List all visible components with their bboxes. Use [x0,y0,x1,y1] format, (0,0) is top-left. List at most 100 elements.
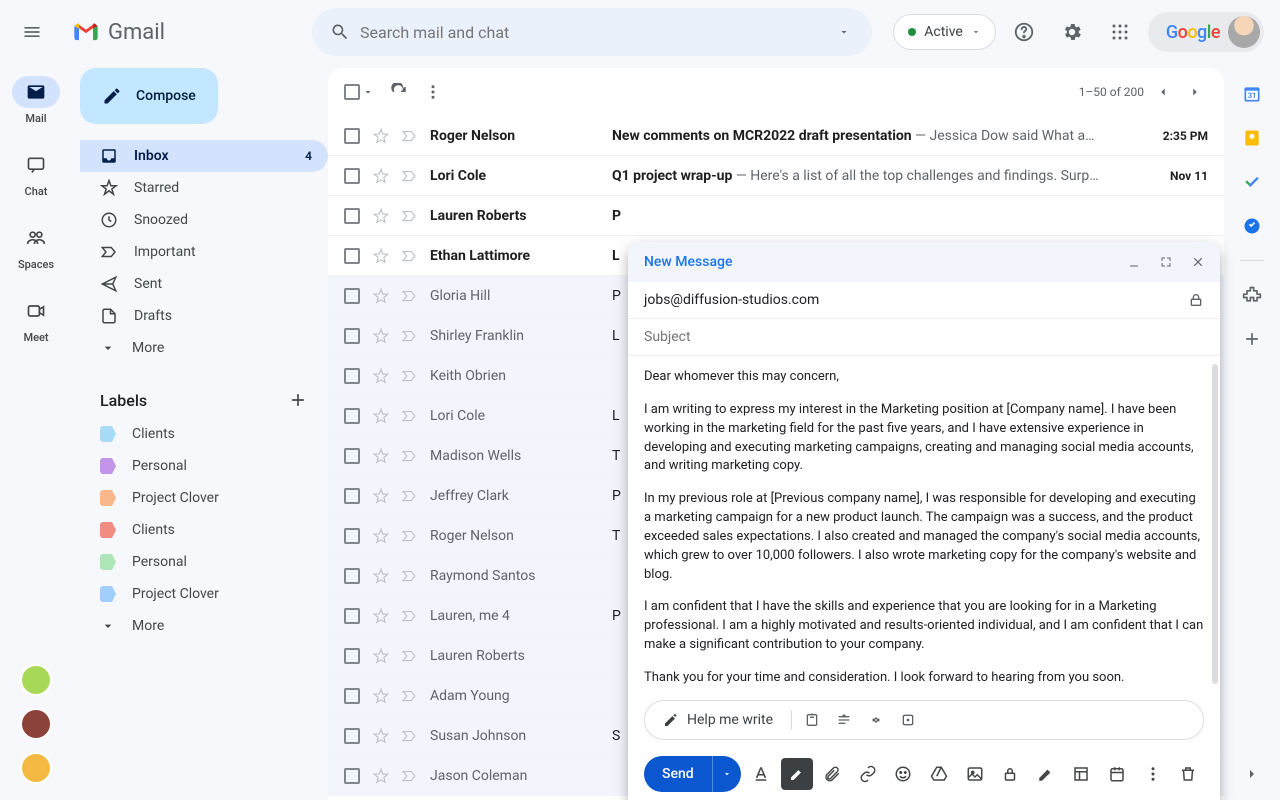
calendar-icon[interactable]: 31 [1242,84,1262,104]
send-button[interactable]: Send [644,756,741,792]
row-checkbox[interactable] [344,368,360,384]
settings-icon[interactable] [1052,12,1092,52]
folder-snoozed[interactable]: Snoozed [80,204,328,236]
scrollbar[interactable] [1212,364,1218,684]
important-icon[interactable] [400,407,418,425]
star-icon[interactable] [372,487,390,505]
important-icon[interactable] [400,167,418,185]
template-icon[interactable] [1066,758,1098,790]
important-icon[interactable] [400,687,418,705]
row-checkbox[interactable] [344,168,360,184]
row-checkbox[interactable] [344,408,360,424]
important-icon[interactable] [400,647,418,665]
important-icon[interactable] [400,287,418,305]
profile-avatar[interactable] [1228,16,1260,48]
prev-page-icon[interactable] [1150,79,1176,105]
important-icon[interactable] [400,487,418,505]
important-icon[interactable] [400,127,418,145]
row-checkbox[interactable] [344,608,360,624]
label-item[interactable]: Personal [80,546,328,578]
more-compose-icon[interactable] [1137,758,1169,790]
star-icon[interactable] [372,127,390,145]
elaborate-icon[interactable] [828,704,860,736]
checkbox-icon[interactable] [344,84,360,100]
email-row[interactable]: Roger Nelson New comments on MCR2022 dra… [328,116,1224,156]
important-icon[interactable] [400,767,418,785]
row-checkbox[interactable] [344,208,360,224]
confidential-icon[interactable] [994,758,1026,790]
addon-icon[interactable] [1242,285,1262,305]
label-item[interactable]: Project Clover [80,482,328,514]
folder-more[interactable]: More [80,332,328,364]
more-icon[interactable] [424,83,442,101]
select-all[interactable] [344,84,374,100]
folder-sent[interactable]: Sent [80,268,328,300]
star-icon[interactable] [372,727,390,745]
search-icon[interactable] [320,22,360,42]
row-checkbox[interactable] [344,688,360,704]
star-icon[interactable] [372,247,390,265]
row-checkbox[interactable] [344,448,360,464]
recreate-icon[interactable] [892,704,924,736]
row-checkbox[interactable] [344,728,360,744]
schedule-icon[interactable] [1101,758,1133,790]
contact-avatar[interactable] [20,708,52,740]
label-item[interactable]: Personal [80,450,328,482]
emoji-icon[interactable] [888,758,920,790]
compose-body[interactable]: Dear whomever this may concern, I am wri… [628,356,1220,696]
collapse-panel-icon[interactable] [1242,764,1262,784]
important-icon[interactable] [400,247,418,265]
text-format-icon[interactable] [745,758,777,790]
contact-avatar[interactable] [20,664,52,696]
row-checkbox[interactable] [344,328,360,344]
contacts-icon[interactable] [1242,216,1262,236]
send-options-icon[interactable] [713,769,742,779]
compose-button[interactable]: Compose [80,68,218,124]
important-icon[interactable] [400,327,418,345]
row-checkbox[interactable] [344,488,360,504]
important-icon[interactable] [400,527,418,545]
close-icon[interactable] [1184,248,1212,276]
refresh-icon[interactable] [390,83,408,101]
row-checkbox[interactable] [344,568,360,584]
lock-icon[interactable] [1188,292,1204,308]
drive-icon[interactable] [923,758,955,790]
label-item[interactable]: Clients [80,418,328,450]
important-icon[interactable] [400,607,418,625]
labels-more[interactable]: More [80,610,328,642]
gmail-logo[interactable]: Gmail [64,18,264,46]
search-input[interactable] [360,23,824,42]
label-item[interactable]: Project Clover [80,578,328,610]
contact-avatar[interactable] [20,752,52,784]
important-icon[interactable] [400,567,418,585]
add-label-icon[interactable] [288,390,308,410]
folder-drafts[interactable]: Drafts [80,300,328,332]
rail-meet[interactable]: Meet [8,291,64,348]
important-icon[interactable] [400,367,418,385]
row-checkbox[interactable] [344,528,360,544]
search-bar[interactable] [312,8,872,56]
formalize-icon[interactable] [796,704,828,736]
star-icon[interactable] [372,207,390,225]
star-icon[interactable] [372,767,390,785]
link-icon[interactable] [852,758,884,790]
row-checkbox[interactable] [344,648,360,664]
star-icon[interactable] [372,687,390,705]
star-icon[interactable] [372,567,390,585]
rail-mail[interactable]: Mail [8,72,64,129]
tasks-icon[interactable] [1242,172,1262,192]
compose-header[interactable]: New Message [628,242,1220,282]
star-icon[interactable] [372,607,390,625]
email-row[interactable]: Lori Cole Q1 project wrap-up — Here's a … [328,156,1224,196]
image-icon[interactable] [959,758,991,790]
apps-icon[interactable] [1100,12,1140,52]
folder-inbox[interactable]: Inbox4 [80,140,328,172]
star-icon[interactable] [372,167,390,185]
important-icon[interactable] [400,727,418,745]
minimize-icon[interactable] [1120,248,1148,276]
star-icon[interactable] [372,647,390,665]
row-checkbox[interactable] [344,248,360,264]
signature-icon[interactable] [1030,758,1062,790]
main-menu-button[interactable] [8,8,56,56]
subject-field[interactable] [628,319,1220,356]
